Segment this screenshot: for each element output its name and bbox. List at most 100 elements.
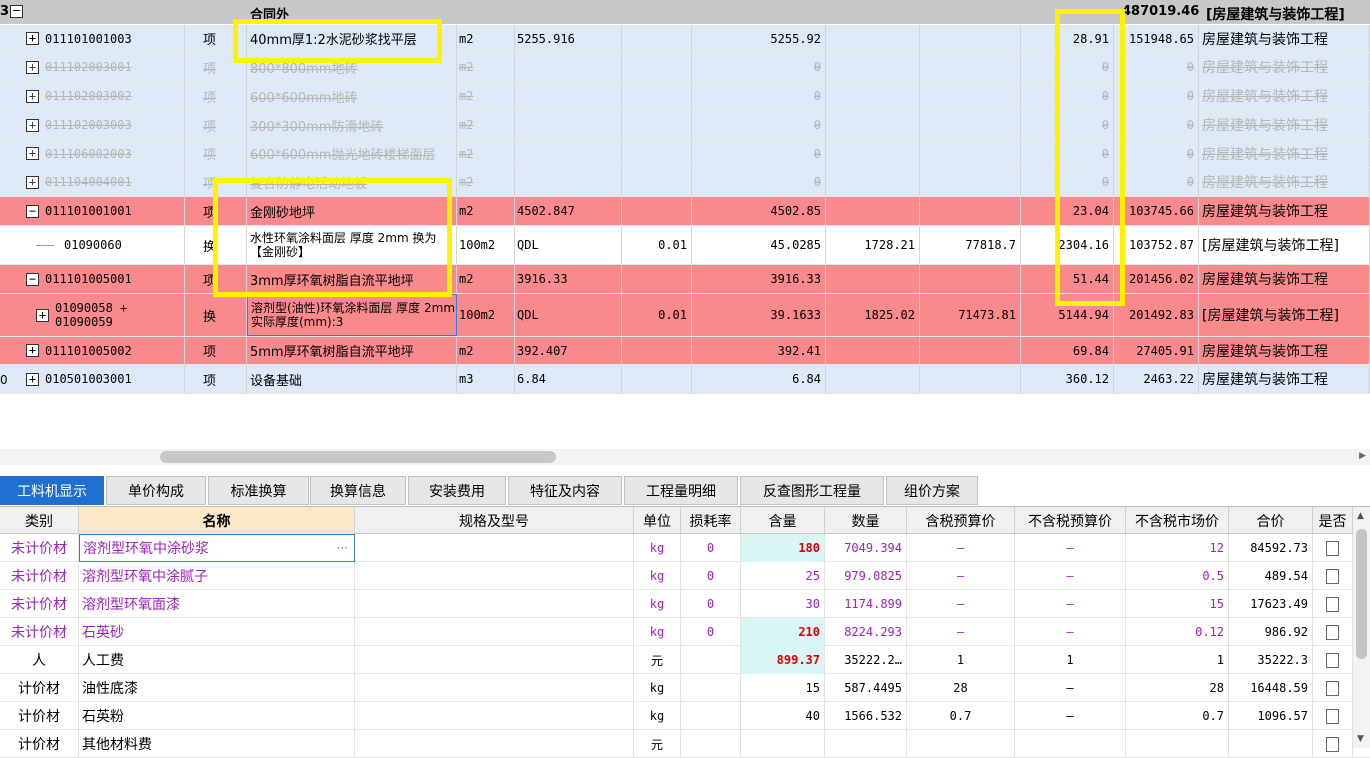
coef-cell[interactable] [622,25,692,52]
sum-cell[interactable] [920,265,1021,293]
cell-sum[interactable]: 35222.3 [1229,646,1313,674]
name-cell[interactable]: 40mm厚1:2水泥砂浆找平层 [247,25,457,52]
cell-content[interactable]: 25 [741,562,825,590]
table-row[interactable]: +011102003003 项 300*300mm防滑地砖 m2 0 0 0 房屋建筑与装饰工… [0,111,1370,140]
unit-cell[interactable]: m3 [457,365,515,393]
price-cell[interactable] [826,82,920,110]
column-header[interactable]: 类别 [0,507,79,534]
column-header[interactable]: 单位 [634,507,681,534]
column-header[interactable]: 含税预算价 [907,507,1015,534]
row-checkbox[interactable] [1326,680,1339,696]
category-cell[interactable]: 房屋建筑与装饰工程 [1199,25,1370,52]
expand-icon[interactable]: + [26,60,39,74]
table-row[interactable]: +011102003002 项 600*600mm地砖 m2 0 0 0 房屋建筑与装饰工程 [0,82,1370,111]
cell-ntaxp[interactable]: — [1015,534,1126,562]
tab-1[interactable]: 单价构成 [106,476,206,505]
total-cell[interactable]: 103745.66 [1114,197,1199,225]
unit-cell[interactable]: m2 [457,25,515,52]
column-header[interactable]: 合价 [1229,507,1313,534]
sum-cell[interactable] [920,111,1021,139]
cell-spec[interactable] [355,590,634,618]
name-cell[interactable]: 设备基础 [247,365,457,393]
cell-taxp[interactable] [907,730,1015,758]
price-cell[interactable] [826,25,920,52]
expr-cell[interactable]: QDL [515,294,622,336]
unit-cell[interactable]: m2 [457,53,515,81]
cell-ntaxp[interactable]: — [1015,702,1126,730]
coef-cell[interactable] [622,197,692,225]
coef-cell[interactable] [622,365,692,393]
cell-mkt[interactable]: 0.12 [1126,618,1229,646]
cell-cat[interactable]: 计价材 [0,730,79,758]
tab-8[interactable]: 组价方案 [886,476,978,505]
unit-price-cell[interactable]: 360.12 [1021,365,1114,393]
coef-cell[interactable] [622,168,692,196]
group-header-row[interactable]: 3 − 合同外 487019.46 [房屋建筑与装饰工程] [0,0,1370,24]
name-cell[interactable]: 600*600mm地砖 [247,82,457,110]
code-cell[interactable]: +011101001003 [0,25,185,52]
total-cell[interactable]: 0 [1114,82,1199,110]
cell-sum[interactable]: 17623.49 [1229,590,1313,618]
table-row[interactable]: +011104004001 项 复合防静电活动地板 m2 0 0 0 房屋建筑与装饰工程 [0,168,1370,197]
qty-cell[interactable]: 0 [692,168,826,196]
coef-cell[interactable] [622,140,692,167]
qty-cell[interactable]: 0 [692,111,826,139]
cell-content[interactable] [741,730,825,758]
total-cell[interactable]: 0 [1114,53,1199,81]
cell-sum[interactable]: 489.54 [1229,562,1313,590]
code-cell[interactable]: +011101005002 [0,337,185,364]
category-cell[interactable]: 房屋建筑与装饰工程 [1199,140,1370,167]
cell-taxp[interactable]: — [907,534,1015,562]
total-cell[interactable]: 151948.65 [1114,25,1199,52]
tab-0[interactable]: 工料机显示 [0,476,104,505]
cell-name[interactable]: 人工费 [79,646,355,674]
table-row[interactable]: 01090060 换 水性环氧涂料面层 厚度 2mm 换为【金刚砂】 100m2 QDL… [0,226,1370,265]
category-cell[interactable]: [房屋建筑与装饰工程] [1199,226,1370,264]
type-cell[interactable]: 项 [185,53,247,81]
total-cell[interactable]: 201456.02 [1114,265,1199,293]
cell-spec[interactable] [355,618,634,646]
qty-cell[interactable]: 4502.85 [692,197,826,225]
cell-ntaxp[interactable] [1015,730,1126,758]
expr-cell[interactable]: 3916.33 [515,265,622,293]
table-row[interactable]: +010501003001 项 设备基础 m3 6.84 6.84 360.12 2463.2… [0,365,1370,394]
cell-loss[interactable]: 0 [681,534,741,562]
resource-row[interactable]: 计价材 其他材料费 元 [0,730,1370,758]
qty-cell[interactable]: 0 [692,82,826,110]
cell-loss[interactable]: 0 [681,562,741,590]
cell-taxp[interactable]: — [907,562,1015,590]
type-cell[interactable]: 项 [185,111,247,139]
sum-cell[interactable] [920,53,1021,81]
cell-spec[interactable] [355,562,634,590]
sum-cell[interactable] [920,365,1021,393]
sum-cell[interactable] [920,168,1021,196]
cell-mkt[interactable]: 15 [1126,590,1229,618]
cell-mkt[interactable]: 12 [1126,534,1229,562]
sum-cell[interactable] [920,140,1021,167]
row-checkbox[interactable] [1326,624,1339,640]
cell-unit[interactable]: kg [634,702,681,730]
cell-name[interactable]: 溶剂型环氧面漆 [79,590,355,618]
code-cell[interactable]: −011101001001 [0,197,185,225]
cell-name[interactable]: 溶剂型环氧中涂腻子 [79,562,355,590]
type-cell[interactable]: 项 [185,365,247,393]
cell-qty[interactable] [825,730,907,758]
cell-cat[interactable]: 未计价材 [0,618,79,646]
code-cell[interactable]: +011102003003 [0,111,185,139]
qty-cell[interactable]: 0 [692,140,826,167]
name-cell[interactable]: 800*800mm地砖 [247,53,457,81]
cell-ntaxp[interactable]: — [1015,618,1126,646]
category-cell[interactable]: 房屋建筑与装饰工程 [1199,82,1370,110]
resource-row[interactable]: 计价材 油性底漆 kg 15 587.4495 28 — 28 16448.59 [0,674,1370,702]
price-cell[interactable] [826,265,920,293]
row-checkbox[interactable] [1326,736,1339,752]
cell-unit[interactable]: kg [634,618,681,646]
cell-loss[interactable]: 0 [681,590,741,618]
resource-row[interactable]: 未计价材 溶剂型环氧面漆 kg 0 30 1174.899 — — 15 17623.49 [0,590,1370,618]
expand-icon[interactable]: + [26,344,39,357]
cell-qty[interactable]: 1174.899 [825,590,907,618]
category-cell[interactable]: 房屋建筑与装饰工程 [1199,111,1370,139]
name-cell[interactable]: 600*600mm抛光地砖楼梯面层 [247,140,457,167]
column-header[interactable]: 数量 [825,507,907,534]
expand-icon[interactable]: + [26,372,39,386]
